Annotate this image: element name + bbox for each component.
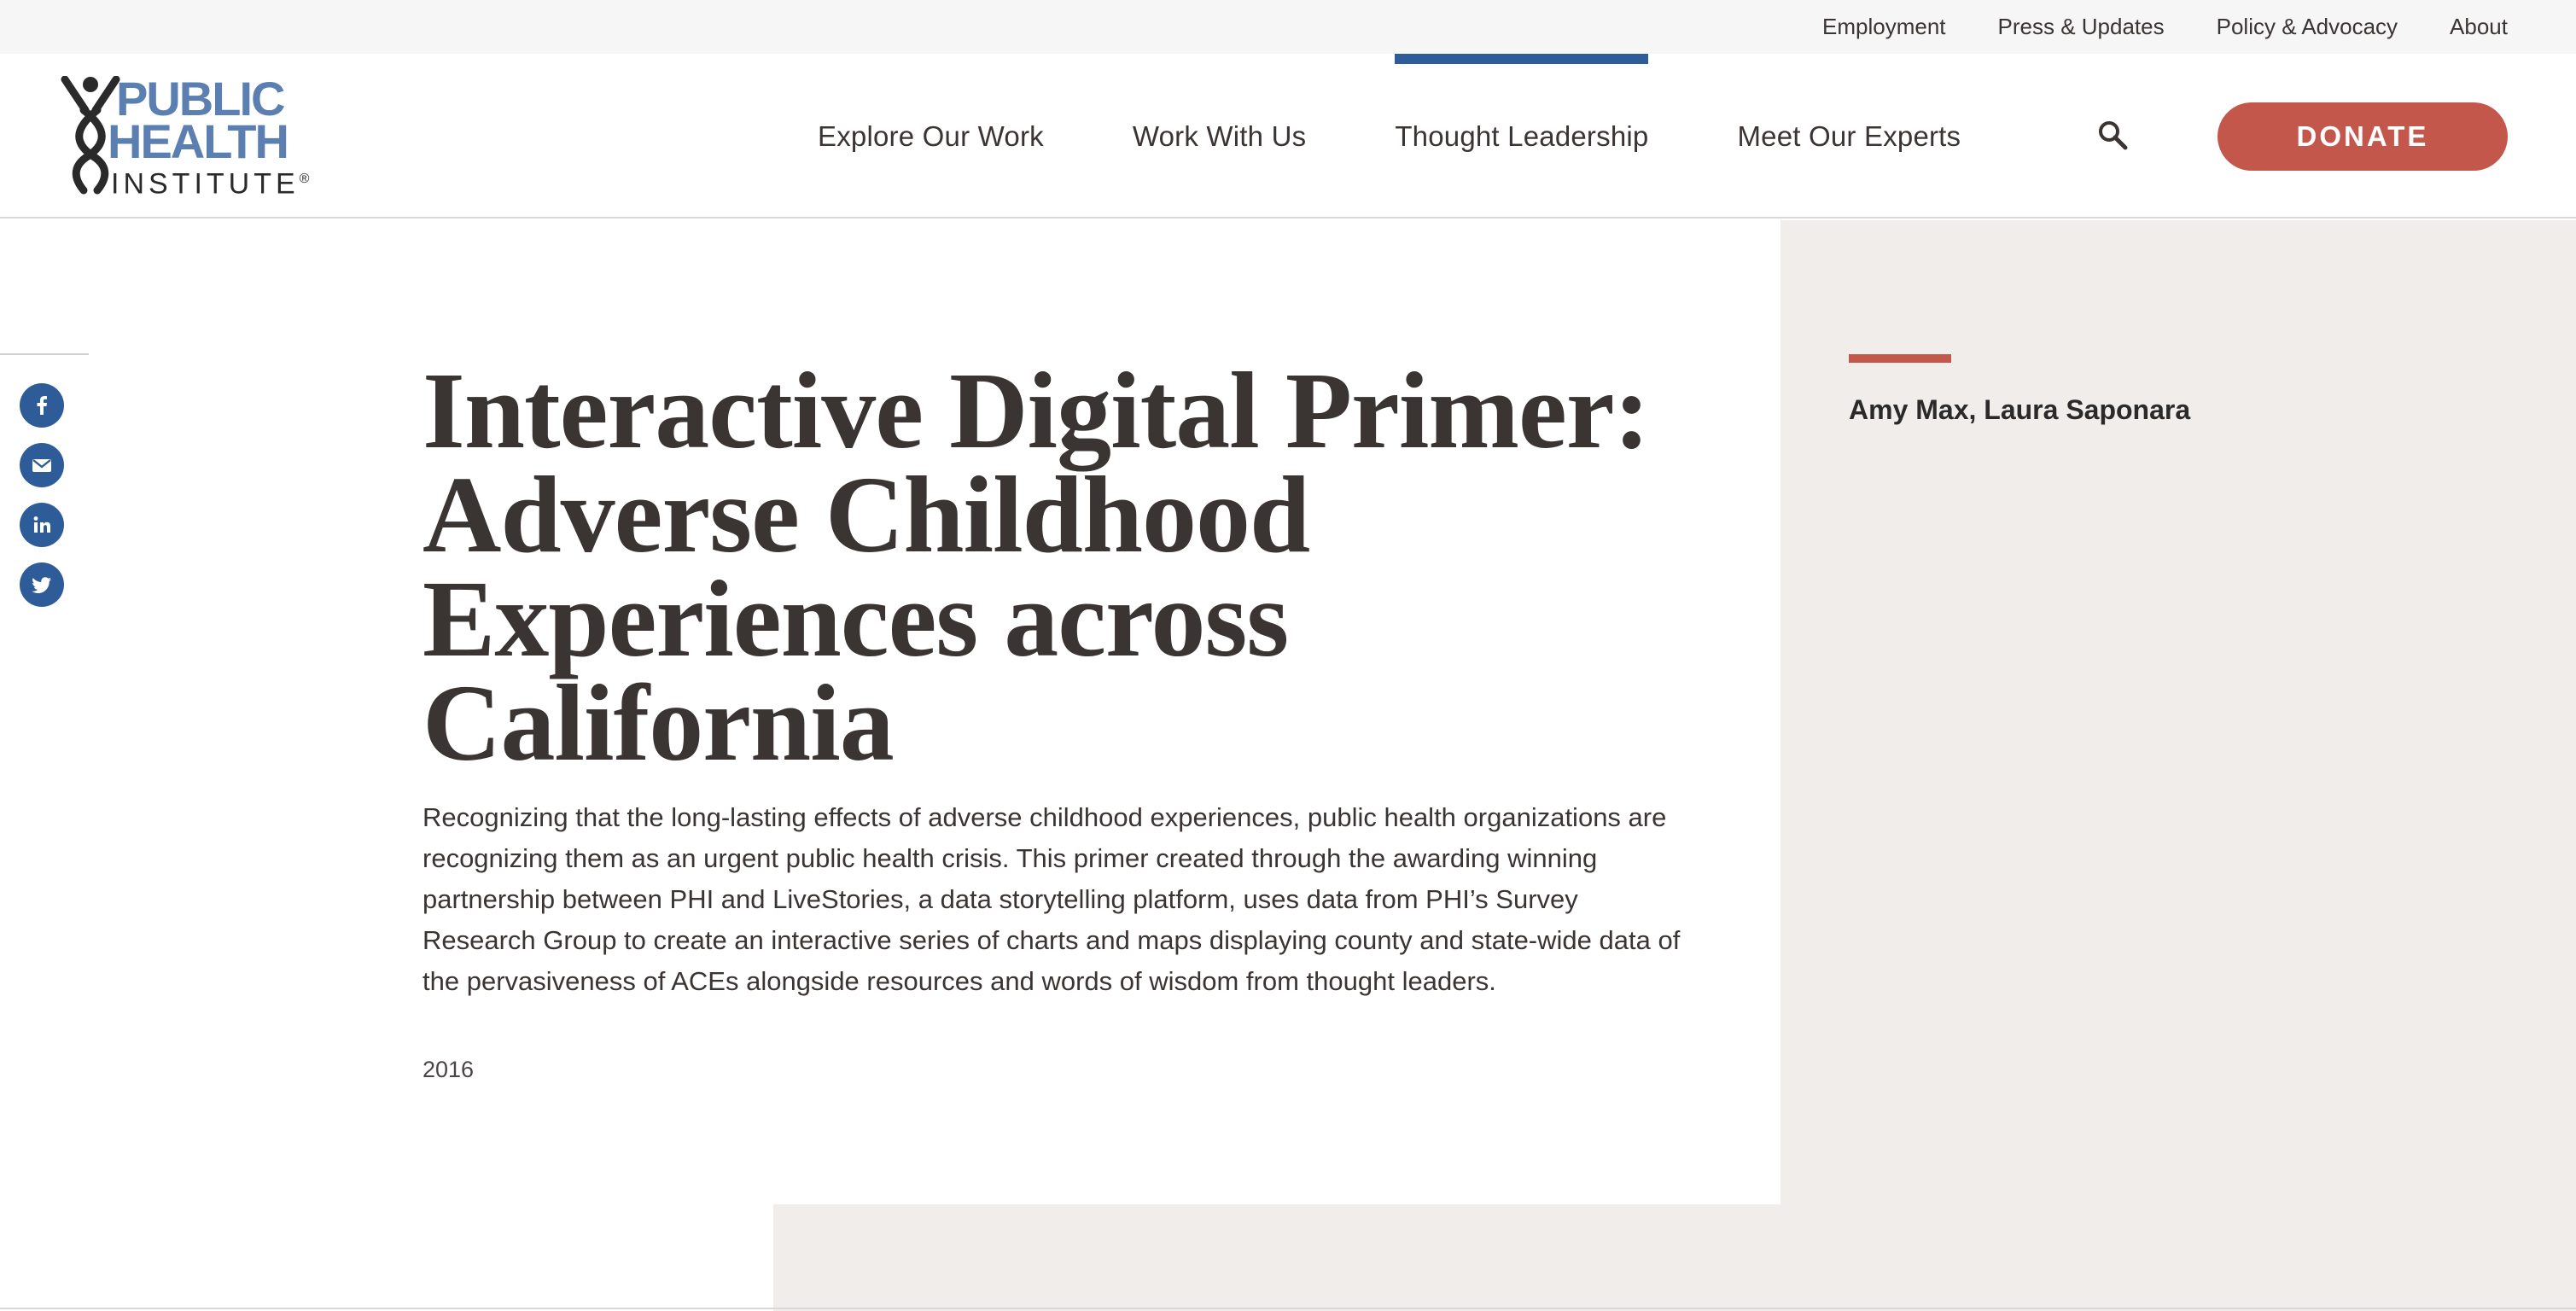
page-title: Interactive Digital Primer: Adverse Chil… <box>423 350 1650 784</box>
article-summary: Recognizing that the long-lasting effect… <box>423 802 1681 996</box>
utility-link-policy-advocacy[interactable]: Policy & Advocacy <box>2217 14 2398 39</box>
donate-button[interactable]: DONATE <box>2218 102 2508 171</box>
utility-link-about[interactable]: About <box>2450 14 2508 39</box>
utility-bar: Employment Press & Updates Policy & Advo… <box>0 0 2576 54</box>
utility-link-employment[interactable]: Employment <box>1822 14 1946 39</box>
site-logo[interactable]: PUBLIC HEALTH INSTITUTE® <box>60 75 316 201</box>
search-icon <box>2099 121 2128 150</box>
share-divider <box>0 353 89 355</box>
share-twitter-button[interactable] <box>20 562 64 607</box>
logo-institute-text: INSTITUTE <box>111 167 300 201</box>
email-icon <box>32 459 51 472</box>
nav-item-explore-our-work[interactable]: Explore Our Work <box>818 54 1044 218</box>
article-year: 2016 <box>423 1057 475 1082</box>
twitter-icon <box>32 577 51 593</box>
logo-word-health: HEALTH <box>108 114 289 168</box>
site-header: PUBLIC HEALTH INSTITUTE® Explore Our Wor… <box>0 54 2576 218</box>
author-accent-bar <box>1849 354 1951 363</box>
share-email-button[interactable] <box>20 443 64 487</box>
sidebar-panel <box>1780 220 2576 1204</box>
linkedin-icon <box>33 516 50 533</box>
share-list <box>20 383 64 622</box>
facebook-icon <box>37 396 47 415</box>
logo-word-institute: INSTITUTE® <box>111 163 309 200</box>
logo-registered-mark: ® <box>299 172 310 186</box>
share-linkedin-button[interactable] <box>20 503 64 547</box>
search-button[interactable] <box>2096 119 2130 153</box>
main-nav: Explore Our Work Work With Us Thought Le… <box>818 54 1961 218</box>
bottom-panel <box>773 1204 2576 1311</box>
nav-item-thought-leadership[interactable]: Thought Leadership <box>1395 54 1649 218</box>
article-authors: Amy Max, Laura Saponara <box>1849 394 2191 425</box>
utility-nav: Employment Press & Updates Policy & Advo… <box>1822 0 2508 54</box>
utility-link-press-updates[interactable]: Press & Updates <box>1998 14 2165 39</box>
nav-item-work-with-us[interactable]: Work With Us <box>1133 54 1306 218</box>
bottom-divider <box>0 1308 2576 1309</box>
nav-item-meet-our-experts[interactable]: Meet Our Experts <box>1737 54 1961 218</box>
share-facebook-button[interactable] <box>20 383 64 428</box>
